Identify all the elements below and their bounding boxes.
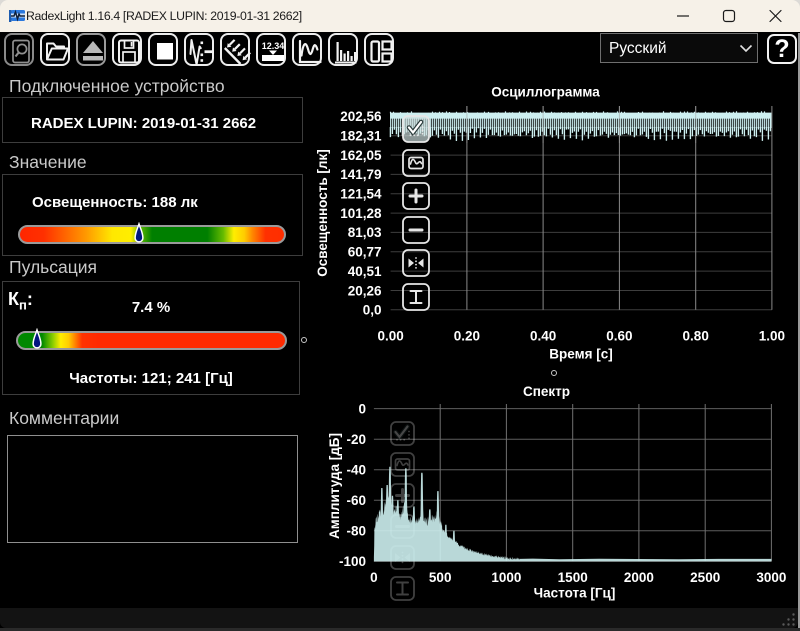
svg-text:Осциллограмма: Осциллограмма (491, 85, 600, 100)
svg-text:0,0: 0,0 (363, 303, 382, 318)
svg-text:182,31: 182,31 (340, 129, 382, 144)
svg-text:1500: 1500 (558, 570, 588, 585)
svg-text:0: 0 (358, 401, 366, 416)
svg-text:Освещенность [лк]: Освещенность [лк] (315, 149, 330, 276)
svg-text:0.60: 0.60 (606, 329, 632, 344)
svg-text:1.00: 1.00 (759, 329, 785, 344)
svg-text:0.00: 0.00 (377, 329, 403, 344)
svg-text:0: 0 (370, 570, 378, 585)
svg-text:81,03: 81,03 (348, 225, 382, 240)
svg-text:2500: 2500 (690, 570, 720, 585)
svg-text:500: 500 (429, 570, 452, 585)
svg-text:-20: -20 (346, 432, 366, 447)
svg-text:0.20: 0.20 (454, 329, 480, 344)
svg-text:20,26: 20,26 (348, 283, 382, 298)
svg-text:1000: 1000 (491, 570, 521, 585)
svg-text:12.34: 12.34 (262, 41, 285, 51)
svg-text:Частота [Гц]: Частота [Гц] (534, 586, 616, 601)
svg-text:3000: 3000 (756, 570, 786, 585)
svg-text:Время [с]: Время [с] (549, 347, 612, 362)
svg-text:101,28: 101,28 (340, 206, 382, 221)
svg-text:Спектр: Спектр (523, 384, 570, 399)
svg-text:141,79: 141,79 (340, 167, 381, 182)
svg-text:60,77: 60,77 (348, 245, 382, 260)
svg-text:162,05: 162,05 (340, 148, 382, 163)
svg-text:-60: -60 (346, 493, 366, 508)
svg-text:-80: -80 (346, 524, 366, 539)
svg-text:Амплитуда [дБ]: Амплитуда [дБ] (327, 433, 342, 539)
svg-text:202,56: 202,56 (340, 109, 382, 124)
svg-text:121,54: 121,54 (340, 187, 382, 202)
svg-text:0.80: 0.80 (683, 329, 709, 344)
svg-text:40,51: 40,51 (348, 264, 382, 279)
svg-text:-100: -100 (339, 554, 366, 569)
svg-text:2000: 2000 (624, 570, 654, 585)
svg-text:-40: -40 (346, 463, 366, 478)
svg-text:0.40: 0.40 (530, 329, 556, 344)
